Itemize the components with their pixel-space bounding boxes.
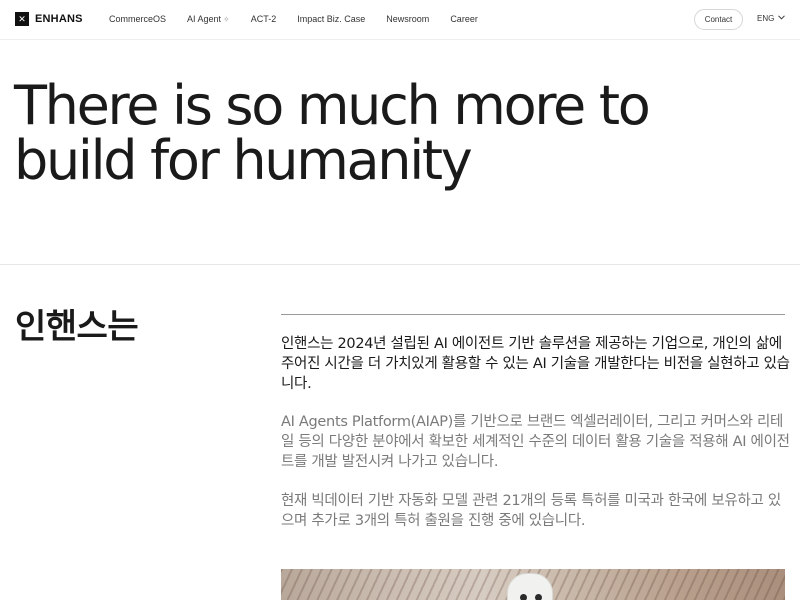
page: ✕ ENHANS CommerceOS AI Agent ✧ ACT-2 Impa… [0, 0, 800, 600]
nav-link-newsroom[interactable]: Newsroom [386, 14, 429, 24]
x-logo-icon: ✕ [15, 12, 29, 26]
language-selector[interactable]: ENG [757, 14, 786, 23]
nav-link-career[interactable]: Career [450, 14, 478, 24]
hero-headline: There is so much more to build for human… [14, 78, 714, 188]
contact-button[interactable]: Contact [694, 9, 743, 30]
chevron-down-icon [778, 15, 786, 22]
language-label: ENG [757, 14, 775, 23]
top-navigation-bar: ✕ ENHANS CommerceOS AI Agent ✧ ACT-2 Impa… [0, 0, 800, 40]
about-photo [281, 569, 785, 600]
content-divider [281, 314, 785, 315]
about-heading: 인핸스는 [15, 307, 139, 347]
nav-link-impact-biz-case[interactable]: Impact Biz. Case [297, 14, 365, 24]
nav-link-commerceos[interactable]: CommerceOS [109, 14, 166, 24]
logo-link[interactable]: ✕ ENHANS [15, 12, 83, 26]
nav-link-ai-agent-label: AI Agent [187, 14, 222, 24]
nav-link-ai-agent[interactable]: AI Agent ✧ [187, 14, 230, 24]
hero-headline-line-2: build for humanity [14, 129, 473, 192]
about-paragraph-1: 인핸스는 2024년 설립된 AI 에이전트 기반 솔루션을 제공하는 기업으로… [281, 336, 790, 392]
about-paragraph-3: 현재 빅데이터 기반 자동화 모델 관련 21개의 등록 특허를 미국과 한국에… [281, 493, 781, 529]
robot-eye-left [520, 594, 527, 600]
robot-figure [507, 573, 553, 600]
section-divider [0, 264, 800, 265]
logo-text: ENHANS [35, 13, 83, 25]
main-nav: CommerceOS AI Agent ✧ ACT-2 Impact Biz. C… [109, 14, 478, 24]
hero-headline-line-1: There is so much more to [14, 74, 651, 137]
robot-eye-right [535, 594, 542, 600]
sparkle-icon: ✧ [223, 15, 230, 24]
about-paragraph-2: AI Agents Platform(AIAP)를 기반으로 브랜드 엑셀러레이… [281, 414, 790, 470]
nav-link-act-2[interactable]: ACT-2 [251, 14, 277, 24]
